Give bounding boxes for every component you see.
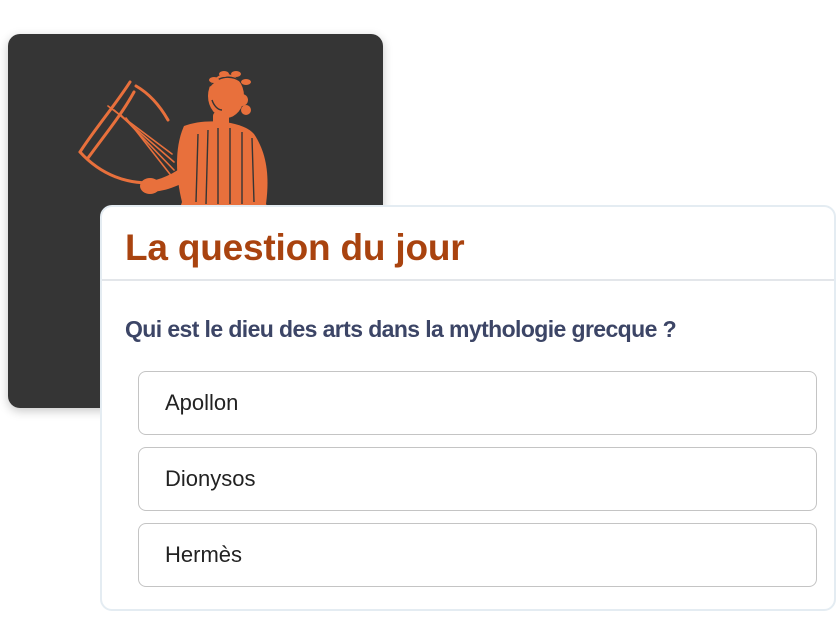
- quiz-card: La question du jour Qui est le dieu des …: [100, 205, 836, 611]
- question-text: Qui est le dieu des arts dans la mytholo…: [125, 316, 677, 342]
- answer-option-apollon[interactable]: Apollon: [138, 371, 817, 435]
- answer-option-dionysos[interactable]: Dionysos: [138, 447, 817, 511]
- quiz-widget: La question du jour Qui est le dieu des …: [0, 0, 839, 641]
- answer-option-label: Apollon: [165, 390, 239, 415]
- answer-option-label: Dionysos: [165, 466, 256, 491]
- quiz-title: La question du jour: [125, 227, 465, 268]
- answer-option-hermes[interactable]: Hermès: [138, 523, 817, 587]
- title-divider: [102, 279, 834, 281]
- answer-option-label: Hermès: [165, 542, 243, 567]
